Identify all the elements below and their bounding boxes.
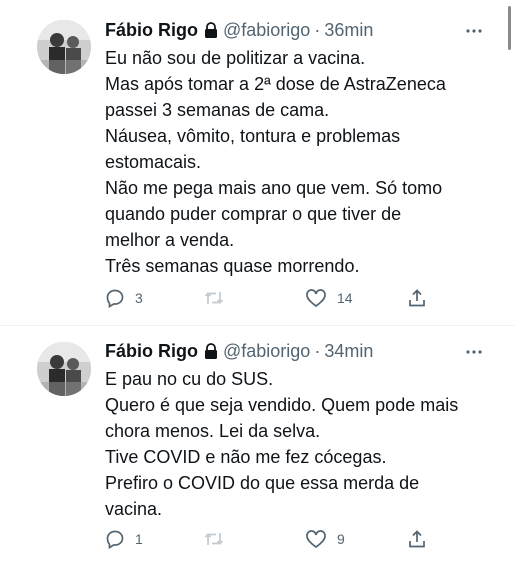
tweet-line: vacina. <box>105 499 163 519</box>
tweet-line: Não me pega mais ano que vem. Só tomo <box>105 178 443 198</box>
retweet-button[interactable] <box>203 286 235 310</box>
like-count: 9 <box>337 531 345 547</box>
timestamp[interactable]: 36min <box>324 20 373 41</box>
tweet-content: Fábio Rigo @fabiorigo · 34min E pau no c… <box>105 340 495 522</box>
tweet-header: Fábio Rigo @fabiorigo · 34min <box>105 340 495 362</box>
reply-count: 3 <box>135 290 143 306</box>
reply-button[interactable]: 3 <box>105 286 143 310</box>
avatar[interactable] <box>37 20 91 74</box>
reply-button[interactable]: 1 <box>105 527 143 551</box>
lock-icon <box>204 343 218 359</box>
tweet-line: E pau no cu do SUS. <box>105 369 274 389</box>
share-icon <box>407 288 427 308</box>
share-button[interactable] <box>407 527 427 551</box>
tweet-line: estomacais. <box>105 152 202 172</box>
author-name[interactable]: Fábio Rigo <box>105 341 198 362</box>
like-button[interactable]: 9 <box>305 527 345 551</box>
like-icon <box>305 288 327 308</box>
avatar[interactable] <box>37 342 91 396</box>
tweet-actions: 3 14 <box>0 286 515 310</box>
tweet-line: Náusea, vômito, tontura e problemas <box>105 126 401 146</box>
share-button[interactable] <box>407 286 427 310</box>
tweet-content: Fábio Rigo @fabiorigo · 36min Eu não sou… <box>105 19 495 279</box>
author-name[interactable]: Fábio Rigo <box>105 20 198 41</box>
more-options-icon[interactable] <box>465 21 483 39</box>
tweet[interactable]: Fábio Rigo @fabiorigo · 34min E pau no c… <box>0 325 515 565</box>
tweet-line: passei 3 semanas de cama. <box>105 100 330 120</box>
share-icon <box>407 529 427 549</box>
tweet-line: Quero é que seja vendido. Quem pode mais <box>105 395 459 415</box>
tweet-actions: 1 9 <box>0 527 515 551</box>
tweet-header: Fábio Rigo @fabiorigo · 36min <box>105 19 495 41</box>
retweet-button[interactable] <box>203 527 235 551</box>
tweet-line: Tive COVID e não me fez cócegas. <box>105 447 387 467</box>
lock-icon <box>204 22 218 38</box>
more-options-icon[interactable] <box>465 342 483 360</box>
author-handle[interactable]: @fabiorigo <box>223 341 310 362</box>
tweet-line: Mas após tomar a 2ª dose de AstraZeneca <box>105 74 446 94</box>
retweet-icon <box>203 288 225 308</box>
tweet-line: quando puder comprar o que tiver de <box>105 204 402 224</box>
tweet-line: Prefiro o COVID do que essa merda de <box>105 473 420 493</box>
tweet-line: chora menos. Lei da selva. <box>105 421 321 441</box>
like-count: 14 <box>337 290 353 306</box>
like-icon <box>305 529 327 549</box>
retweet-icon <box>203 529 225 549</box>
tweet-line: Eu não sou de politizar a vacina. <box>105 48 366 68</box>
reply-icon <box>105 288 125 308</box>
tweet-line: Três semanas quase morrendo. <box>105 256 360 276</box>
tweet-text: Eu não sou de politizar a vacina. Mas ap… <box>105 45 495 279</box>
separator-dot: · <box>314 19 321 40</box>
reply-icon <box>105 529 125 549</box>
author-handle[interactable]: @fabiorigo <box>223 20 310 41</box>
timestamp[interactable]: 34min <box>324 341 373 362</box>
like-button[interactable]: 14 <box>305 286 353 310</box>
tweet-line: melhor a venda. <box>105 230 235 250</box>
tweet[interactable]: Fábio Rigo @fabiorigo · 36min Eu não sou… <box>0 0 515 325</box>
tweet-text: E pau no cu do SUS. Quero é que seja ven… <box>105 366 495 522</box>
separator-dot: · <box>314 340 321 361</box>
reply-count: 1 <box>135 531 143 547</box>
